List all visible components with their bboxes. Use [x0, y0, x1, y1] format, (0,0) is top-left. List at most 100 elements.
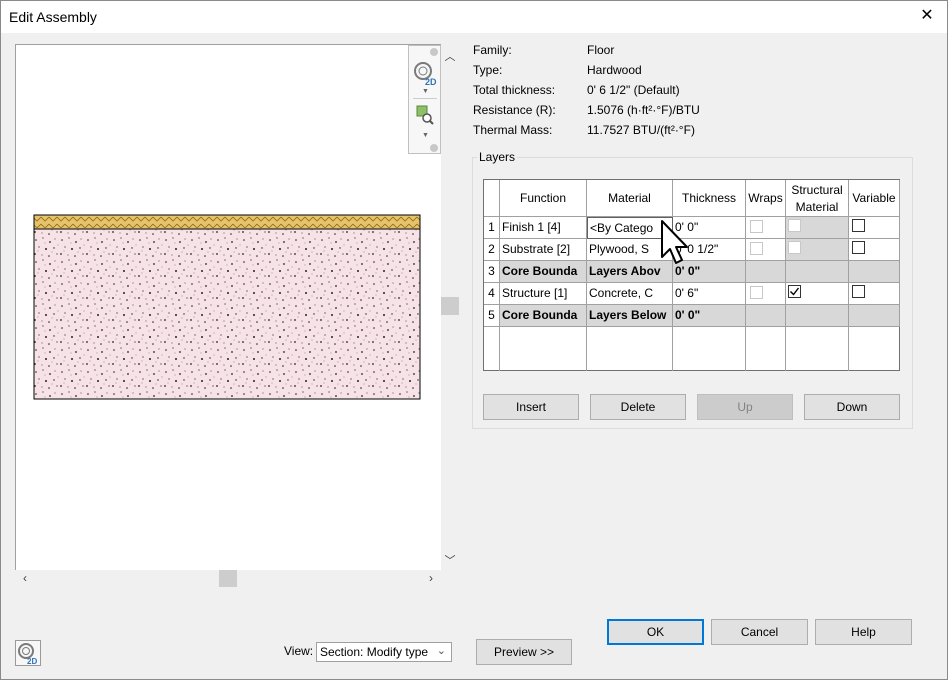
structural-material-cell — [786, 305, 849, 327]
material-cell: Layers Abov — [587, 261, 673, 283]
preview-button[interactable]: Preview >> — [476, 639, 572, 665]
view-dropdown-value: Section: Modify type — [320, 645, 429, 659]
horizontal-scroll-thumb[interactable] — [219, 570, 237, 587]
layers-table: Function Material Thickness Wraps Struct… — [483, 179, 900, 371]
structural-checkbox[interactable] — [788, 285, 801, 298]
thermal-mass-label: Thermal Mass: — [473, 123, 553, 137]
floor-section-drawing — [33, 214, 421, 400]
material-cell[interactable]: Plywood, S — [587, 239, 673, 261]
function-cell[interactable]: Finish 1 [4] — [500, 217, 587, 239]
scroll-up-icon[interactable]: ︿ — [441, 48, 459, 64]
function-cell[interactable]: Structure [1] — [500, 283, 587, 305]
row-number[interactable]: 5 — [484, 305, 500, 327]
chevron-down-icon[interactable]: ▼ — [422, 88, 429, 95]
zoom-icon[interactable] — [415, 104, 435, 126]
header-wraps[interactable]: Wraps — [746, 180, 786, 217]
vertical-scrollbar[interactable]: ︿ ﹀ — [441, 44, 459, 570]
wraps-cell[interactable] — [746, 217, 786, 239]
empty-cell — [746, 327, 786, 371]
header-structural-line1: Structural — [791, 183, 843, 197]
wraps-cell[interactable] — [746, 239, 786, 261]
ok-button[interactable]: OK — [607, 619, 704, 645]
function-cell[interactable]: Substrate [2] — [500, 239, 587, 261]
navigation-toolbar: 2D ▼ ▼ — [408, 45, 441, 154]
row-number[interactable]: 1 — [484, 217, 500, 239]
close-icon[interactable] — [430, 48, 438, 56]
horizontal-scrollbar[interactable]: ‹ › — [15, 570, 441, 587]
svg-text:2D: 2D — [27, 657, 37, 665]
header-structural-line2: Material — [795, 200, 839, 214]
empty-cell — [500, 327, 587, 371]
chevron-down-icon[interactable]: ▼ — [422, 132, 429, 139]
structural-checkbox — [788, 241, 801, 254]
structural-material-cell[interactable] — [786, 283, 849, 305]
thickness-cell[interactable]: 0' 0" — [673, 217, 746, 239]
cancel-button[interactable]: Cancel — [711, 619, 808, 645]
structural-material-cell — [786, 261, 849, 283]
material-cell: Layers Below — [587, 305, 673, 327]
title-bar: Edit Assembly ✕ — [1, 1, 947, 33]
svg-text:2D: 2D — [425, 77, 437, 86]
insert-button[interactable]: Insert — [483, 394, 579, 420]
function-cell: Core Bounda — [500, 261, 587, 283]
down-button[interactable]: Down — [804, 394, 900, 420]
scroll-left-icon[interactable]: ‹ — [17, 570, 33, 587]
variable-cell — [849, 305, 900, 327]
checkmark-icon — [790, 287, 800, 296]
empty-cell — [587, 327, 673, 371]
material-cell[interactable]: Concrete, C — [587, 283, 673, 305]
row-number[interactable]: 3 — [484, 261, 500, 283]
variable-checkbox[interactable] — [852, 219, 865, 232]
wraps-checkbox[interactable] — [750, 220, 763, 233]
variable-checkbox[interactable] — [852, 241, 865, 254]
header-thickness[interactable]: Thickness — [673, 180, 746, 217]
header-material[interactable]: Material — [587, 180, 673, 217]
header-corner — [484, 180, 500, 217]
function-cell: Core Bounda — [500, 305, 587, 327]
family-value: Floor — [587, 43, 615, 57]
variable-cell[interactable] — [849, 283, 900, 305]
thickness-cell[interactable]: 0' 0 1/2" — [673, 239, 746, 261]
vertical-scroll-thumb[interactable] — [441, 297, 459, 315]
edit-assembly-dialog: Edit Assembly ✕ 2D ▼ ▼ ︿ ﹀ ‹ › Family: F… — [0, 0, 948, 680]
dialog-title: Edit Assembly — [9, 9, 97, 25]
wraps-cell — [746, 261, 786, 283]
thickness-cell[interactable]: 0' 6" — [673, 283, 746, 305]
view-cube-2d-button[interactable]: 2D — [15, 640, 41, 666]
help-button[interactable]: Help — [815, 619, 912, 645]
scroll-down-icon[interactable]: ﹀ — [441, 552, 459, 568]
view-label: View: — [284, 644, 314, 658]
header-function[interactable]: Function — [500, 180, 587, 217]
type-value: Hardwood — [587, 63, 642, 77]
empty-cell — [786, 327, 849, 371]
thickness-cell: 0' 0" — [673, 261, 746, 283]
variable-cell — [849, 261, 900, 283]
material-cell[interactable]: <By Catego — [587, 217, 673, 239]
view-cube-2d-icon[interactable]: 2D — [412, 60, 438, 86]
variable-cell[interactable] — [849, 239, 900, 261]
resistance-label: Resistance (R): — [473, 103, 556, 117]
scroll-right-icon[interactable]: › — [423, 570, 439, 587]
variable-cell[interactable] — [849, 217, 900, 239]
close-icon[interactable] — [430, 144, 438, 152]
empty-cell — [673, 327, 746, 371]
toolbar-divider — [413, 98, 437, 99]
view-dropdown[interactable]: Section: Modify type ⌄ — [316, 642, 452, 662]
row-number[interactable]: 4 — [484, 283, 500, 305]
chevron-down-icon: ⌄ — [436, 645, 446, 657]
thickness-cell: 0' 0" — [673, 305, 746, 327]
row-number[interactable]: 2 — [484, 239, 500, 261]
structural-checkbox — [788, 219, 801, 232]
header-structural-material[interactable]: Structural Material — [786, 180, 849, 217]
wraps-checkbox[interactable] — [750, 286, 763, 299]
close-icon[interactable]: ✕ — [917, 5, 937, 27]
view-cube-2d-icon: 2D — [18, 643, 37, 666]
total-thickness-value: 0' 6 1/2" (Default) — [587, 83, 680, 97]
variable-checkbox[interactable] — [852, 285, 865, 298]
header-variable[interactable]: Variable — [849, 180, 900, 217]
wraps-cell[interactable] — [746, 283, 786, 305]
family-label: Family: — [473, 43, 512, 57]
wraps-checkbox[interactable] — [750, 242, 763, 255]
up-button[interactable]: Up — [697, 394, 793, 420]
delete-button[interactable]: Delete — [590, 394, 686, 420]
